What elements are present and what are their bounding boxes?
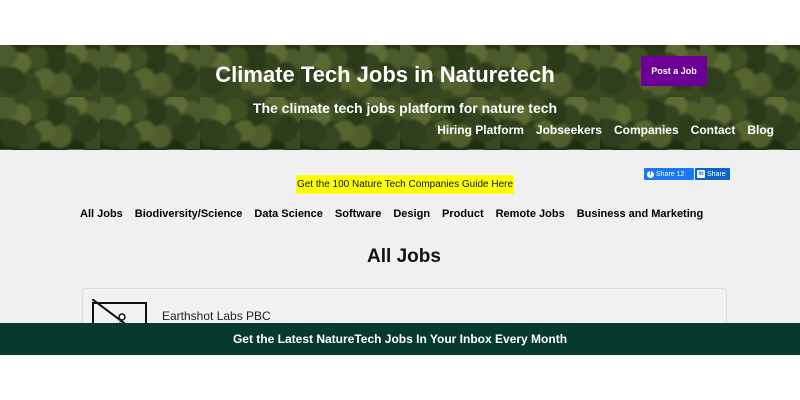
companies-guide-link[interactable]: Get the 100 Nature Tech Companies Guide … xyxy=(296,175,514,194)
main-nav: Hiring Platform Jobseekers Companies Con… xyxy=(437,123,774,137)
category-data-science[interactable]: Data Science xyxy=(254,208,322,220)
category-remote-jobs[interactable]: Remote Jobs xyxy=(496,208,565,220)
facebook-share-button[interactable]: f Share 12 xyxy=(644,168,694,180)
category-software[interactable]: Software xyxy=(335,208,381,220)
site-title-text[interactable]: Climate Tech Jobs in Naturetech xyxy=(215,62,554,88)
category-all-jobs[interactable]: All Jobs xyxy=(80,208,123,220)
category-biodiversity-science[interactable]: Biodiversity/Science xyxy=(135,208,243,220)
facebook-share-label: Share 12 xyxy=(656,170,685,178)
linkedin-icon: in xyxy=(697,170,705,178)
post-job-button[interactable]: Post a Job xyxy=(641,56,707,86)
nav-blog[interactable]: Blog xyxy=(747,123,774,137)
linkedin-share-label: Share xyxy=(707,170,726,178)
category-product[interactable]: Product xyxy=(442,208,484,220)
job-card[interactable]: Earthshot Labs PBC xyxy=(82,288,727,328)
nav-companies[interactable]: Companies xyxy=(614,123,679,137)
hero-header: Climate Tech Jobs in Naturetech The clim… xyxy=(0,45,800,150)
newsletter-banner[interactable]: Get the Latest NatureTech Jobs In Your I… xyxy=(0,323,800,355)
nav-hiring-platform[interactable]: Hiring Platform xyxy=(437,123,524,137)
linkedin-share-button[interactable]: in Share xyxy=(695,168,730,180)
nav-contact[interactable]: Contact xyxy=(691,123,736,137)
page: Climate Tech Jobs in Naturetech The clim… xyxy=(0,0,800,400)
main-content: f Share 12 in Share Get the 100 Nature T… xyxy=(0,150,800,328)
job-categories: All Jobs Biodiversity/Science Data Scien… xyxy=(80,208,703,220)
facebook-icon: f xyxy=(647,170,654,178)
company-name[interactable]: Earthshot Labs PBC xyxy=(162,309,271,323)
nav-jobseekers[interactable]: Jobseekers xyxy=(536,123,602,137)
site-subtitle: The climate tech jobs platform for natur… xyxy=(252,100,558,116)
category-design[interactable]: Design xyxy=(393,208,430,220)
category-business-marketing[interactable]: Business and Marketing xyxy=(577,208,704,220)
section-title: All Jobs xyxy=(367,246,441,267)
